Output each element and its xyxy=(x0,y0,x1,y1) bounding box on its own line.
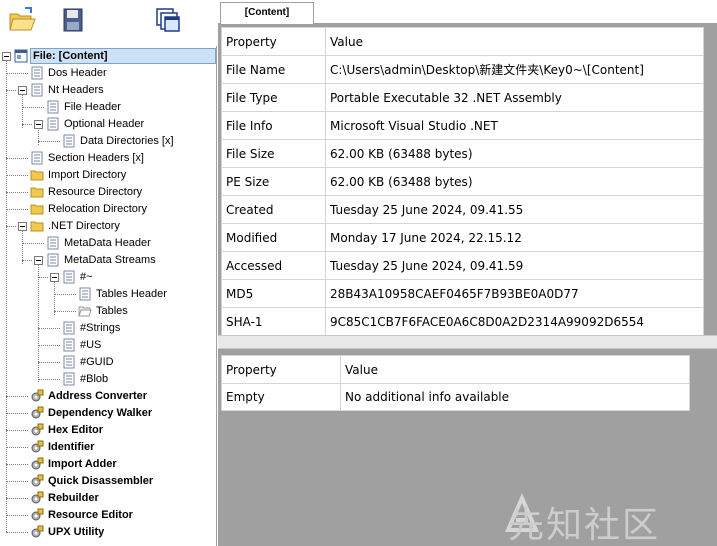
tree-item-relocation-directory[interactable]: Relocation Directory xyxy=(0,201,216,218)
tool-rebuilder[interactable]: Rebuilder xyxy=(0,490,216,507)
tree-item-nt-headers[interactable]: Nt Headers xyxy=(0,82,216,99)
column-header-property[interactable]: Property xyxy=(221,27,326,56)
tree-item-file-header[interactable]: File Header xyxy=(0,99,216,116)
tree-item-section-headers[interactable]: Section Headers [x] xyxy=(0,150,216,167)
column-header-value[interactable]: Value xyxy=(340,355,690,384)
tool-address-converter[interactable]: Address Converter xyxy=(0,388,216,405)
table-header-row: Property Value xyxy=(221,355,690,384)
tool-upx-utility[interactable]: UPX Utility xyxy=(0,524,216,541)
table-row[interactable]: Empty No additional info available xyxy=(221,383,690,411)
gear-tool-icon xyxy=(31,423,44,436)
tool-quick-disassembler[interactable]: Quick Disassembler xyxy=(0,473,216,490)
tree-item-data-directories[interactable]: Data Directories [x] xyxy=(0,133,216,150)
gear-tool-icon xyxy=(31,440,44,453)
tree-root-file[interactable]: File: [Content] xyxy=(0,48,216,65)
tree-item-tables[interactable]: Tables xyxy=(0,303,216,320)
table-row[interactable]: PE Size 62.00 KB (63488 bytes) xyxy=(221,167,704,196)
collapse-toggle[interactable] xyxy=(50,273,59,282)
folder-icon xyxy=(30,187,44,198)
collapse-toggle[interactable] xyxy=(34,256,43,265)
tree-item-tables-header[interactable]: Tables Header xyxy=(0,286,216,303)
folder-icon xyxy=(30,221,44,232)
gear-tool-icon xyxy=(31,525,44,538)
folder-icon xyxy=(30,170,44,181)
gear-tool-icon xyxy=(31,474,44,487)
tool-resource-editor[interactable]: Resource Editor xyxy=(0,507,216,524)
table-row[interactable]: File Size 62.00 KB (63488 bytes) xyxy=(221,139,704,168)
watermark-text: 先知社区 xyxy=(508,505,661,546)
document-icon xyxy=(79,287,91,301)
document-icon xyxy=(63,372,75,386)
table-row[interactable]: File Type Portable Executable 32 .NET Ass… xyxy=(221,83,704,112)
gear-tool-icon xyxy=(31,389,44,402)
gear-tool-icon xyxy=(31,406,44,419)
folder-open-icon xyxy=(78,306,92,317)
properties-table: Property Value File Name C:\Users\admin\D… xyxy=(221,27,704,336)
collapse-toggle[interactable] xyxy=(18,222,27,231)
windows-button[interactable] xyxy=(152,4,184,36)
document-icon xyxy=(47,236,59,250)
save-file-button[interactable] xyxy=(58,4,90,36)
gear-tool-icon xyxy=(31,508,44,521)
table-row[interactable]: Created Tuesday 25 June 2024, 09.41.55 xyxy=(221,195,704,224)
collapse-toggle[interactable] xyxy=(34,120,43,129)
document-icon xyxy=(31,66,43,80)
tool-hex-editor[interactable]: Hex Editor xyxy=(0,422,216,439)
document-icon xyxy=(63,134,75,148)
table-row[interactable]: File Name C:\Users\admin\Desktop\新建文件夹\Ke… xyxy=(221,55,704,84)
tree-item-optional-header[interactable]: Optional Header xyxy=(0,116,216,133)
table-row[interactable]: MD5 28B43A10958CAEF0465F7B93BE0A0D77 xyxy=(221,279,704,308)
tree-item-metadata-header[interactable]: MetaData Header xyxy=(0,235,216,252)
collapse-toggle[interactable] xyxy=(2,52,11,61)
gear-tool-icon xyxy=(31,491,44,504)
document-icon xyxy=(47,253,59,267)
column-header-property[interactable]: Property xyxy=(221,355,341,384)
open-file-button[interactable] xyxy=(6,4,38,36)
floppy-disk-icon xyxy=(63,8,83,32)
folder-open-icon xyxy=(9,7,36,31)
folder-icon xyxy=(30,204,44,215)
tree-item-stream-blob[interactable]: #Blob xyxy=(0,371,216,388)
tree-root-label: File: [Content] xyxy=(33,50,108,62)
content-pane: [Content] Property Value File Name C:\Use… xyxy=(218,0,717,546)
table-header-row: Property Value xyxy=(221,27,704,56)
tree-item-dos-header[interactable]: Dos Header xyxy=(0,65,216,82)
table-row[interactable]: Modified Monday 17 June 2024, 22.15.12 xyxy=(221,223,704,252)
collapse-toggle[interactable] xyxy=(18,86,27,95)
file-tree: File: [Content] Dos Header Nt Headers Fi… xyxy=(0,46,217,546)
gear-tool-icon xyxy=(31,457,44,470)
tree-item-stream-strings[interactable]: #Strings xyxy=(0,320,216,337)
tree-item-stream-tilde[interactable]: #~ xyxy=(0,269,216,286)
table-row[interactable]: SHA-1 9C85C1CB7F6FACE0A6C8D0A2D2314A99092… xyxy=(221,307,704,336)
tab-strip: [Content] xyxy=(218,0,717,24)
column-header-value[interactable]: Value xyxy=(325,27,704,56)
document-icon xyxy=(31,151,43,165)
document-icon xyxy=(31,83,43,97)
tree-item-stream-guid[interactable]: #GUID xyxy=(0,354,216,371)
document-icon xyxy=(63,321,75,335)
document-icon xyxy=(47,100,59,114)
table-row[interactable]: Accessed Tuesday 25 June 2024, 09.41.59 xyxy=(221,251,704,280)
file-icon xyxy=(14,49,28,63)
panel-splitter[interactable] xyxy=(218,335,717,349)
tree-item-resource-directory[interactable]: Resource Directory xyxy=(0,184,216,201)
tree-item-import-directory[interactable]: Import Directory xyxy=(0,167,216,184)
tool-identifier[interactable]: Identifier xyxy=(0,439,216,456)
toolbar xyxy=(0,0,217,46)
windows-stack-icon xyxy=(156,8,180,32)
document-icon xyxy=(63,338,75,352)
tool-import-adder[interactable]: Import Adder xyxy=(0,456,216,473)
document-icon xyxy=(63,270,75,284)
table-row[interactable]: File Info Microsoft Visual Studio .NET xyxy=(221,111,704,140)
extra-info-table: Property Value Empty No additional info a… xyxy=(221,355,690,411)
document-icon xyxy=(63,355,75,369)
tree-item-metadata-streams[interactable]: MetaData Streams xyxy=(0,252,216,269)
document-icon xyxy=(47,117,59,131)
tree-item-stream-us[interactable]: #US xyxy=(0,337,216,354)
tool-dependency-walker[interactable]: Dependency Walker xyxy=(0,405,216,422)
tab-content[interactable]: [Content] xyxy=(220,2,314,24)
tree-item-net-directory[interactable]: .NET Directory xyxy=(0,218,216,235)
